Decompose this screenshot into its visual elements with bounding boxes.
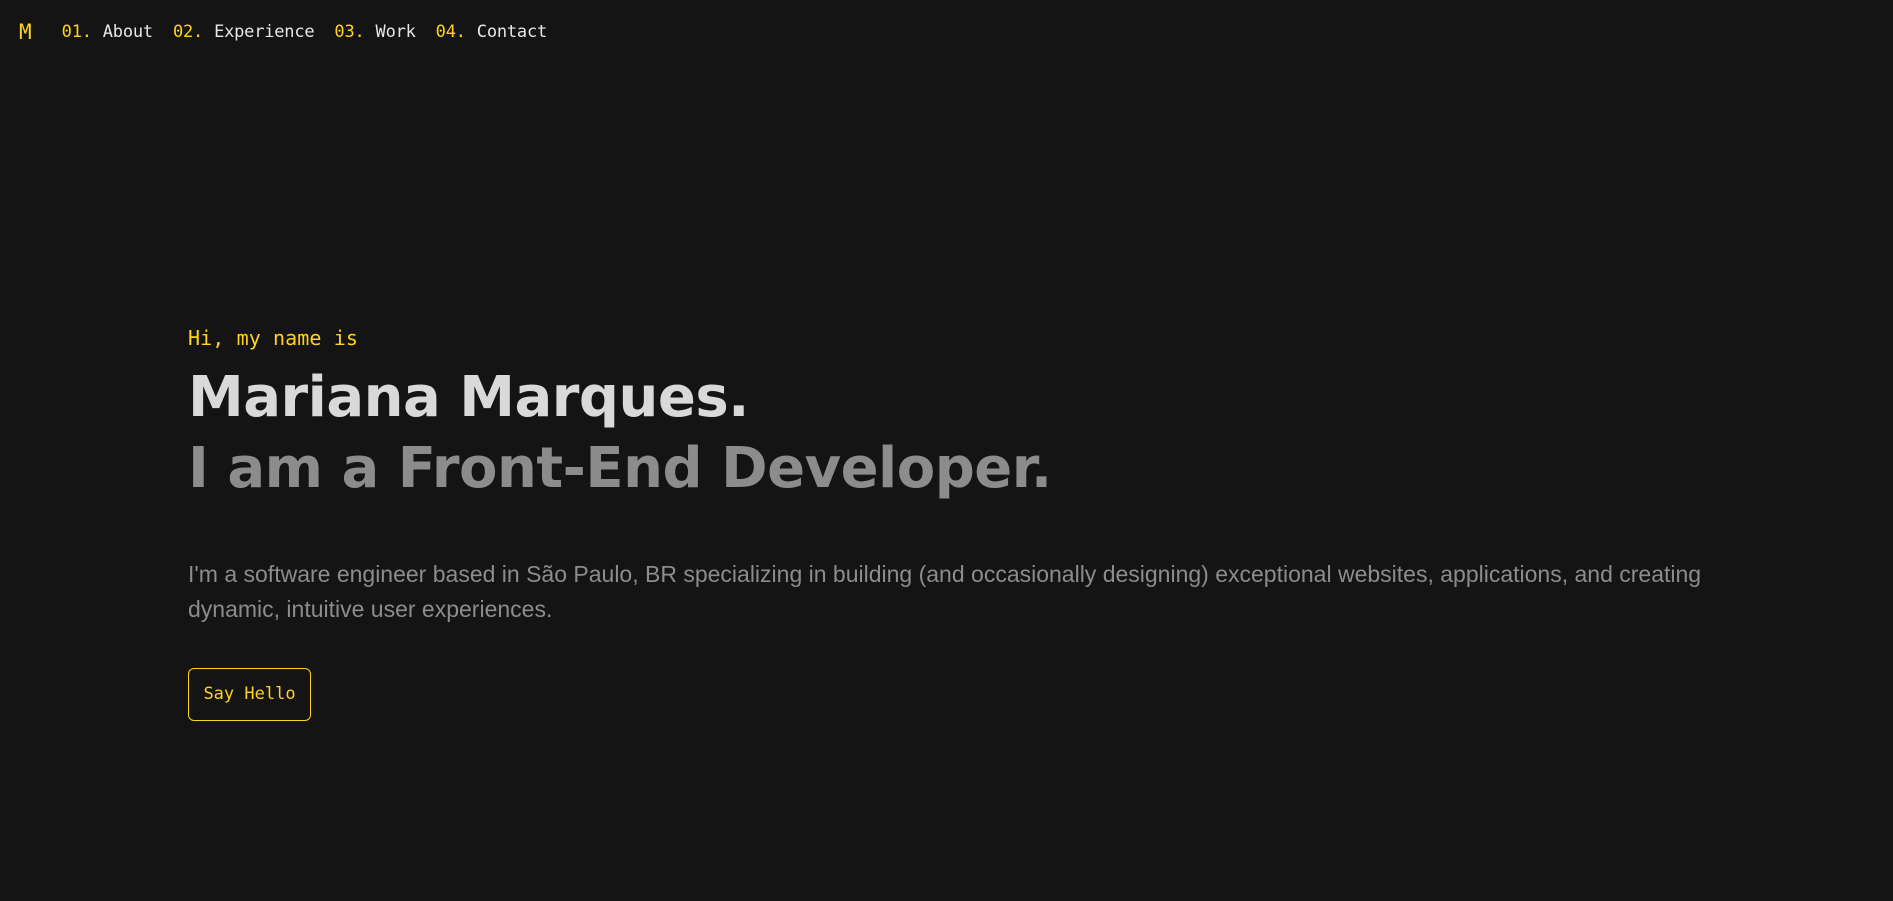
hero-name: Mariana Marques. [188, 365, 749, 430]
say-hello-button[interactable]: Say Hello [188, 668, 311, 721]
nav-item-label: Contact [476, 22, 548, 42]
top-navigation: M 01. About 02. Experience 03. Work 04. … [0, 0, 567, 64]
logo[interactable]: M [19, 20, 32, 44]
hero-greeting: Hi, my name is [188, 326, 358, 350]
hero-section: Hi, my name is Mariana Marques. I am a F… [188, 326, 1728, 721]
nav-item-number: 02. [172, 22, 204, 42]
nav-item-number: 01. [61, 22, 92, 42]
nav-item-label: Experience [214, 22, 315, 42]
nav-item-label: About [102, 22, 153, 42]
hero-description: I'm a software engineer based in São Pau… [188, 561, 1702, 622]
nav-item-label: Work [375, 22, 416, 42]
nav-item-experience[interactable]: 02. Experience [172, 22, 315, 42]
nav-item-number: 04. [435, 22, 466, 42]
nav-item-about[interactable]: 01. About [62, 22, 153, 42]
nav-item-work[interactable]: 03. Work [334, 22, 415, 42]
nav-item-number: 03. [334, 22, 365, 42]
hero-role: I am a Front-End Developer. [188, 436, 1052, 501]
nav-item-contact[interactable]: 04. Contact [435, 22, 548, 42]
